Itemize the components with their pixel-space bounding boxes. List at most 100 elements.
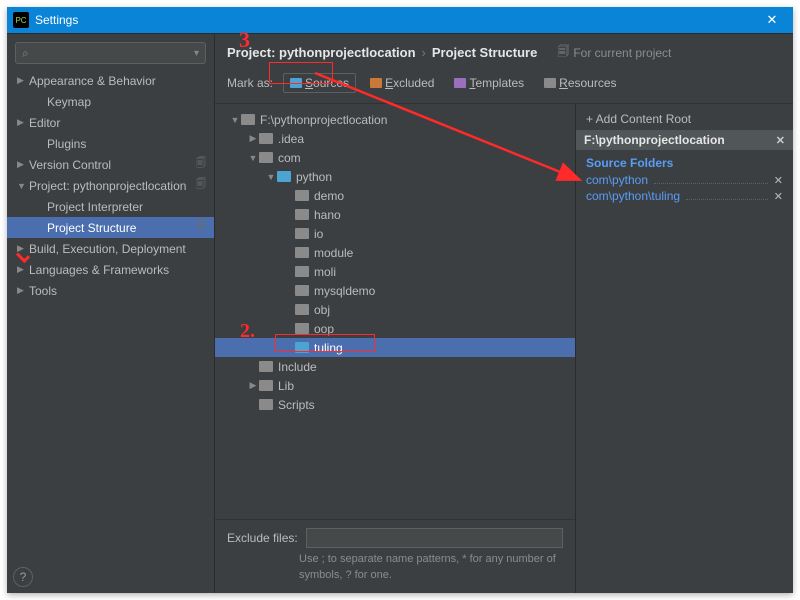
main-content: ▼F:\pythonprojectlocation▶.idea▼com▼pyth…	[215, 104, 793, 593]
exclude-section: Exclude files: Use ; to separate name pa…	[215, 519, 575, 593]
source-folder-path: com\python	[586, 173, 648, 187]
folder-icon	[295, 247, 309, 258]
mark-as-label: Mark as:	[227, 76, 273, 90]
search-icon: ⌕	[22, 46, 29, 61]
body: ⌕ ▾ ▶Appearance & Behavior▶Keymap▶Editor…	[7, 33, 793, 593]
folder-icon	[290, 78, 302, 88]
nav-item-version-control[interactable]: ▶Version Control🗐	[7, 154, 214, 175]
tree-row-label: hano	[314, 208, 341, 222]
tree-row-label: oop	[314, 322, 334, 336]
chevron-icon: ▶	[247, 380, 259, 391]
tree-row-oop[interactable]: oop	[215, 319, 575, 338]
nav-item-editor[interactable]: ▶Editor	[7, 112, 214, 133]
folder-tree: ▼F:\pythonprojectlocation▶.idea▼com▼pyth…	[215, 104, 575, 519]
nav-item-build-execution-deployment[interactable]: ▶Build, Execution, Deployment	[7, 238, 214, 259]
folder-icon	[370, 78, 382, 88]
sidebar: ⌕ ▾ ▶Appearance & Behavior▶Keymap▶Editor…	[7, 34, 215, 593]
chevron-icon: ▼	[229, 115, 241, 125]
search-history-icon[interactable]: ▾	[194, 48, 199, 59]
folder-icon	[454, 78, 466, 88]
tree-row-label: python	[296, 170, 332, 184]
window-title: Settings	[35, 13, 757, 27]
tree-row-demo[interactable]: demo	[215, 186, 575, 205]
chevron-icon: ▼	[265, 172, 277, 182]
copy-icon: 🗐	[196, 177, 206, 194]
tree-row-scripts[interactable]: Scripts	[215, 395, 575, 414]
dots-filler	[686, 192, 768, 200]
mark-excluded-label: Excluded	[385, 76, 434, 90]
tree-row-module[interactable]: module	[215, 243, 575, 262]
remove-source-folder-icon[interactable]: ✕	[774, 190, 783, 203]
tree-row-mysqldemo[interactable]: mysqldemo	[215, 281, 575, 300]
remove-content-root-icon[interactable]: ✕	[776, 134, 785, 147]
nav-item-label: Editor	[29, 116, 206, 130]
nav-item-label: Project Structure	[47, 221, 196, 235]
tree-row-io[interactable]: io	[215, 224, 575, 243]
tree-row-obj[interactable]: obj	[215, 300, 575, 319]
breadcrumb-sep: ›	[422, 45, 426, 60]
tree-row-lib[interactable]: ▶Lib	[215, 376, 575, 395]
source-folders-title: Source Folders	[576, 150, 793, 172]
add-content-root-button[interactable]: + Add Content Root	[576, 108, 793, 130]
nav-item-appearance-behavior[interactable]: ▶Appearance & Behavior	[7, 70, 214, 91]
nav-item-label: Appearance & Behavior	[29, 74, 206, 88]
folder-icon	[295, 342, 309, 353]
nav-item-label: Plugins	[47, 137, 206, 151]
remove-source-folder-icon[interactable]: ✕	[774, 174, 783, 187]
folder-icon	[277, 171, 291, 182]
tree-row-python[interactable]: ▼ python	[215, 167, 575, 186]
chevron-icon: ▶	[17, 243, 29, 254]
for-current-project-label: For current project	[573, 46, 671, 60]
tree-row-label: io	[314, 227, 323, 241]
mark-templates-button[interactable]: Templates	[448, 74, 530, 92]
source-folder-row[interactable]: com\python ✕	[576, 172, 793, 188]
mark-resources-button[interactable]: Resources	[538, 74, 622, 92]
tree-row-label: moli	[314, 265, 336, 279]
chevron-icon: ▶	[17, 264, 29, 275]
nav-item-project-structure[interactable]: ▶Project Structure🗐	[7, 217, 214, 238]
nav-item-project-interpreter[interactable]: ▶Project Interpreter	[7, 196, 214, 217]
folder-icon	[259, 152, 273, 163]
dots-filler	[654, 176, 768, 184]
tree-row-tuling[interactable]: tuling	[215, 338, 575, 357]
mark-sources-button[interactable]: Sources	[283, 73, 356, 93]
folder-icon	[295, 304, 309, 315]
mark-excluded-button[interactable]: Excluded	[364, 74, 440, 92]
folder-icon	[241, 114, 255, 125]
chevron-icon: ▼	[247, 153, 259, 163]
settings-window: PC Settings ✕ ⌕ ▾ ▶Appearance & Behavior…	[7, 7, 793, 593]
help-button[interactable]: ?	[13, 567, 33, 587]
copy-icon: 🗐	[196, 156, 206, 173]
source-folder-row[interactable]: com\python\tuling✕	[576, 188, 793, 204]
nav-item-project-pythonprojectlocation[interactable]: ▼Project: pythonprojectlocation🗐	[7, 175, 214, 196]
nav-item-label: Build, Execution, Deployment	[29, 242, 206, 256]
tree-row-moli[interactable]: moli	[215, 262, 575, 281]
tree-row-label: module	[314, 246, 353, 260]
tree-row-include[interactable]: Include	[215, 357, 575, 376]
folder-icon	[295, 190, 309, 201]
mark-sources-label: Sources	[305, 76, 349, 90]
app-icon: PC	[13, 12, 29, 28]
folder-icon	[259, 399, 273, 410]
nav-item-label: Tools	[29, 284, 206, 298]
folder-icon	[295, 209, 309, 220]
nav-item-plugins[interactable]: ▶Plugins	[7, 133, 214, 154]
search-input[interactable]	[33, 46, 194, 60]
exclude-input[interactable]	[306, 528, 563, 548]
content-root-row[interactable]: F:\pythonprojectlocation ✕	[576, 130, 793, 150]
nav-tree: ▶Appearance & Behavior▶Keymap▶Editor▶Plu…	[7, 70, 214, 593]
tree-row--idea[interactable]: ▶.idea	[215, 129, 575, 148]
tree-row-com[interactable]: ▼com	[215, 148, 575, 167]
folder-icon	[259, 133, 273, 144]
tree-row-hano[interactable]: hano	[215, 205, 575, 224]
search-input-wrap[interactable]: ⌕ ▾	[15, 42, 206, 64]
copy-icon: 🗐	[557, 42, 569, 63]
nav-item-languages-frameworks[interactable]: ▶Languages & Frameworks	[7, 259, 214, 280]
chevron-icon: ▶	[247, 133, 259, 144]
main-panel: Project: pythonprojectlocation › Project…	[215, 34, 793, 593]
nav-item-tools[interactable]: ▶Tools	[7, 280, 214, 301]
tree-row-label: F:\pythonprojectlocation	[260, 113, 387, 127]
nav-item-keymap[interactable]: ▶Keymap	[7, 91, 214, 112]
tree-row-f-pythonprojectlocation[interactable]: ▼ F:\pythonprojectlocation	[215, 110, 575, 129]
close-icon[interactable]: ✕	[757, 7, 787, 33]
